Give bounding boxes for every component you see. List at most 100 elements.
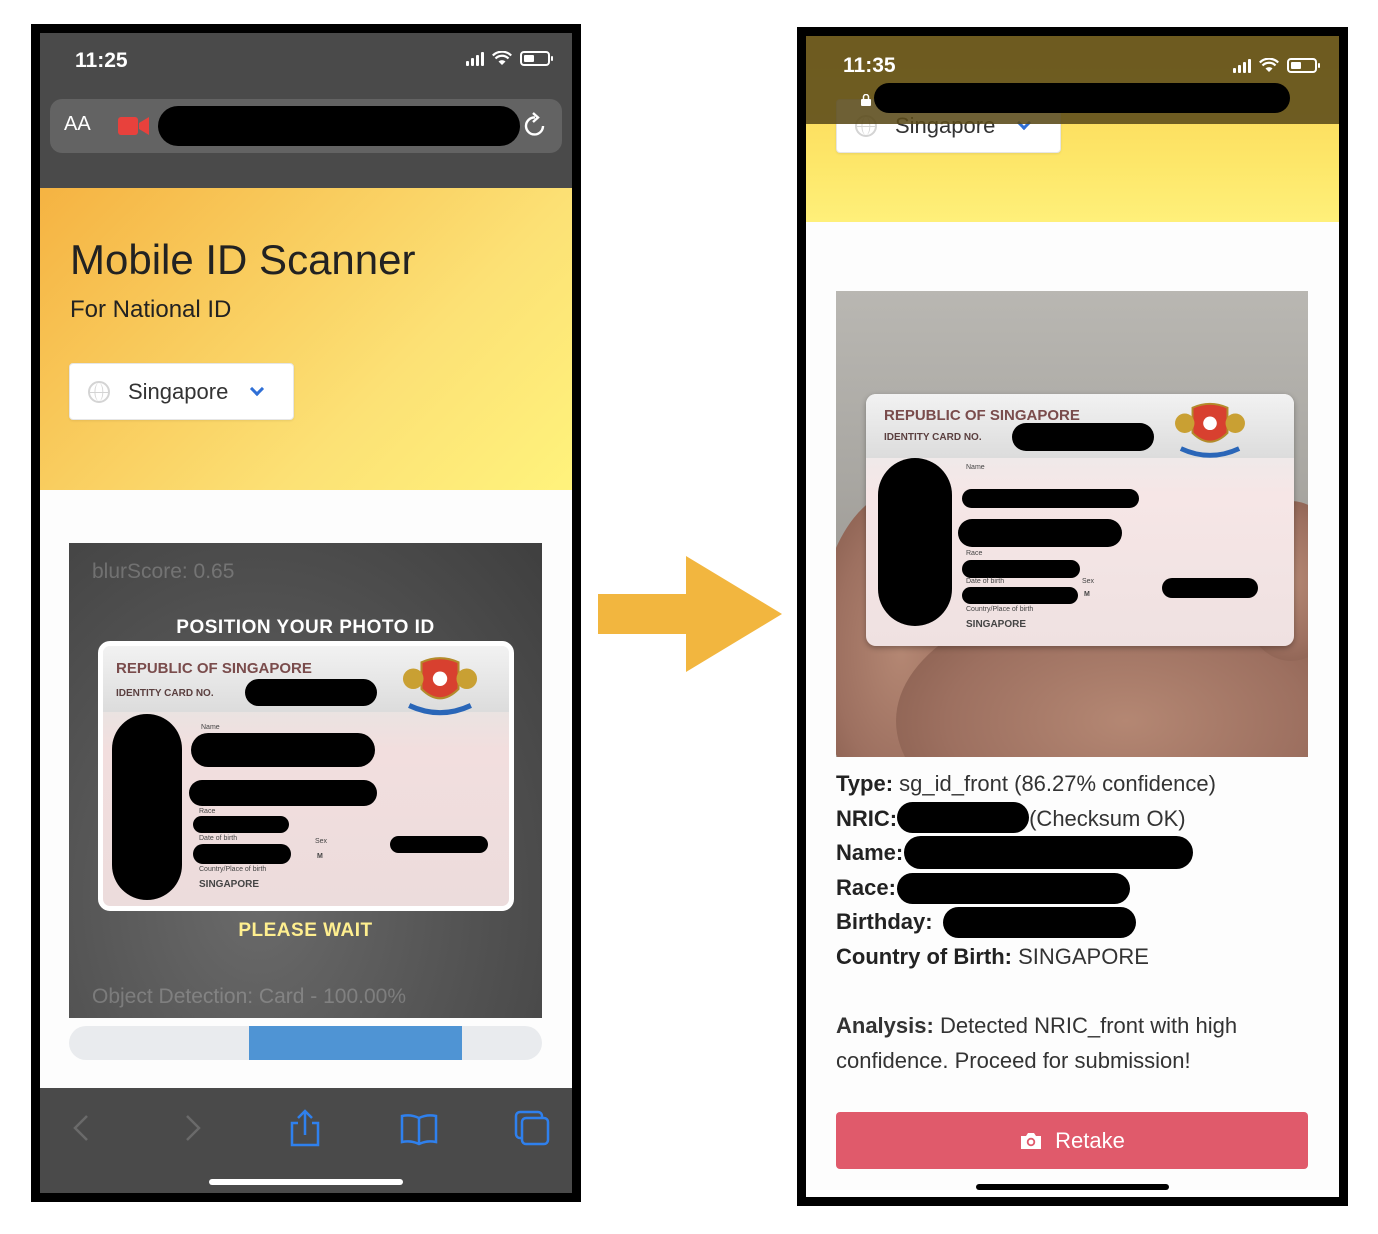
forward-icon[interactable]: [172, 1108, 212, 1148]
sex-label: Sex: [1082, 578, 1095, 585]
position-instruction: POSITION YOUR PHOTO ID: [176, 617, 435, 638]
redacted-dob: [193, 844, 291, 864]
object-detection-status: Object Detection: Card - 100.00%: [92, 985, 406, 1008]
sex-label: Sex: [315, 838, 328, 845]
birthday-label: Birthday:: [836, 909, 933, 935]
redacted-race: [193, 816, 289, 833]
id-card-guide-frame: REPUBLIC OF SINGAPORE IDENTITY CARD NO. …: [98, 641, 514, 911]
status-time: 11:25: [75, 49, 128, 72]
redacted-thumbprint: [1162, 578, 1258, 598]
retake-label: Retake: [1055, 1127, 1125, 1153]
scan-results: Type: sg_id_front (86.27% confidence) NR…: [836, 767, 1316, 975]
redacted-id-number: [245, 679, 377, 706]
app-title: Mobile ID Scanner: [70, 236, 416, 283]
coat-of-arms-icon: [1175, 402, 1245, 458]
name-label: Name: [966, 464, 985, 471]
scan-progress-bar: [69, 1026, 542, 1060]
name-label: Name:: [836, 840, 904, 866]
signal-icon: [466, 51, 484, 66]
redacted-thumbprint: [390, 836, 488, 853]
race-label: Race: [966, 550, 983, 557]
redacted-dob: [962, 587, 1078, 604]
redacted-name-1: [191, 733, 375, 767]
country-of-birth-label: Country/Place of birth: [966, 606, 1034, 613]
redacted-name-2: [189, 780, 377, 806]
redacted-id-number: [1012, 423, 1154, 451]
back-icon[interactable]: [62, 1108, 102, 1148]
photo-id-card: REPUBLIC OF SINGAPORE IDENTITY CARD NO. …: [866, 394, 1294, 646]
card-republic-text: REPUBLIC OF SINGAPORE: [116, 660, 312, 677]
country-of-birth-label: Country/Place of birth: [199, 866, 267, 873]
redacted-photo: [878, 458, 952, 626]
sex-value: M: [317, 853, 323, 860]
result-race: Race:: [836, 871, 1316, 906]
type-value: sg_id_front (86.27% confidence): [893, 771, 1216, 796]
redacted-name-value: [904, 836, 1193, 870]
app-subtitle: For National ID: [70, 296, 232, 323]
arrow-right-icon: [598, 556, 782, 672]
redacted-race-value: [897, 872, 1130, 904]
phone-left: 11:25 AA Mobile ID Scanner For National …: [31, 24, 581, 1202]
bookmarks-icon[interactable]: [399, 1108, 439, 1148]
wifi-icon: [1259, 58, 1279, 72]
country-of-birth-value: SINGAPORE: [966, 619, 1027, 630]
chevron-down-icon: [250, 381, 265, 396]
country-of-birth-value: SINGAPORE: [199, 879, 260, 890]
text-size-button[interactable]: AA: [64, 113, 91, 136]
camera-view: blurScore: 0.65 POSITION YOUR PHOTO ID R…: [69, 543, 542, 1018]
result-type: Type: sg_id_front (86.27% confidence): [836, 767, 1316, 802]
captured-id-photo: REPUBLIC OF SINGAPORE IDENTITY CARD NO. …: [836, 291, 1308, 757]
reload-icon[interactable]: [522, 111, 548, 139]
browser-toolbar: [40, 1088, 572, 1193]
retake-button[interactable]: Retake: [836, 1112, 1308, 1169]
country-of-birth-value: SINGAPORE: [1011, 943, 1149, 969]
redacted-photo: [112, 714, 182, 900]
home-indicator: [209, 1179, 403, 1185]
wifi-icon: [492, 51, 512, 65]
result-country-of-birth: Country of Birth: SINGAPORE: [836, 940, 1316, 975]
country-of-birth-label: Country of Birth:: [836, 943, 1012, 969]
name-label: Name: [201, 724, 220, 731]
coat-of-arms-icon: [402, 657, 478, 716]
sex-value: M: [1084, 591, 1090, 598]
battery-icon: [520, 51, 553, 66]
card-id-label: IDENTITY CARD NO.: [116, 688, 214, 699]
result-birthday: Birthday:: [836, 905, 1316, 940]
country-select[interactable]: Singapore: [69, 363, 294, 420]
redacted-name-2: [958, 519, 1122, 547]
screen-right: Singapore 11:35 REPUBLIC OF SINGAPORE ID…: [806, 36, 1339, 1197]
globe-icon: [88, 380, 110, 403]
scan-progress-fill: [248, 1026, 462, 1060]
home-indicator: [976, 1184, 1169, 1190]
dob-label: Date of birth: [966, 578, 1005, 585]
dob-label: Date of birth: [199, 835, 238, 842]
phone-right: Singapore 11:35 REPUBLIC OF SINGAPORE ID…: [797, 27, 1348, 1206]
analysis-message: Analysis: Detected NRIC_front with high …: [836, 1009, 1296, 1078]
country-select-value: Singapore: [128, 378, 229, 404]
redacted-url[interactable]: [874, 83, 1290, 113]
nric-status: (Checksum OK): [1029, 805, 1186, 831]
tabs-icon[interactable]: [512, 1108, 552, 1148]
share-icon[interactable]: [285, 1108, 325, 1148]
type-label: Type:: [836, 771, 894, 796]
camera-recording-icon[interactable]: [118, 115, 150, 137]
status-time: 11:35: [843, 54, 896, 77]
screen-left: 11:25 AA Mobile ID Scanner For National …: [40, 33, 572, 1193]
lock-icon: [861, 94, 871, 106]
blur-score: blurScore: 0.65: [92, 560, 235, 583]
signal-icon: [1233, 58, 1251, 73]
hero-banner: Mobile ID Scanner For National ID Singap…: [40, 188, 572, 490]
camera-icon: [1021, 1132, 1042, 1149]
result-name: Name:: [836, 836, 1316, 871]
please-wait-status: PLEASE WAIT: [238, 920, 373, 941]
result-nric: NRIC: (Checksum OK): [836, 802, 1316, 837]
redacted-nric: [897, 802, 1030, 834]
analysis-label: Analysis:: [836, 1013, 934, 1038]
card-id-label: IDENTITY CARD NO.: [884, 432, 982, 443]
redacted-name-1: [962, 489, 1139, 508]
redacted-url[interactable]: [158, 106, 520, 146]
redacted-race: [962, 560, 1080, 578]
address-bar[interactable]: AA: [50, 99, 562, 153]
nric-label: NRIC:: [836, 805, 898, 831]
race-label: Race: [199, 808, 216, 815]
